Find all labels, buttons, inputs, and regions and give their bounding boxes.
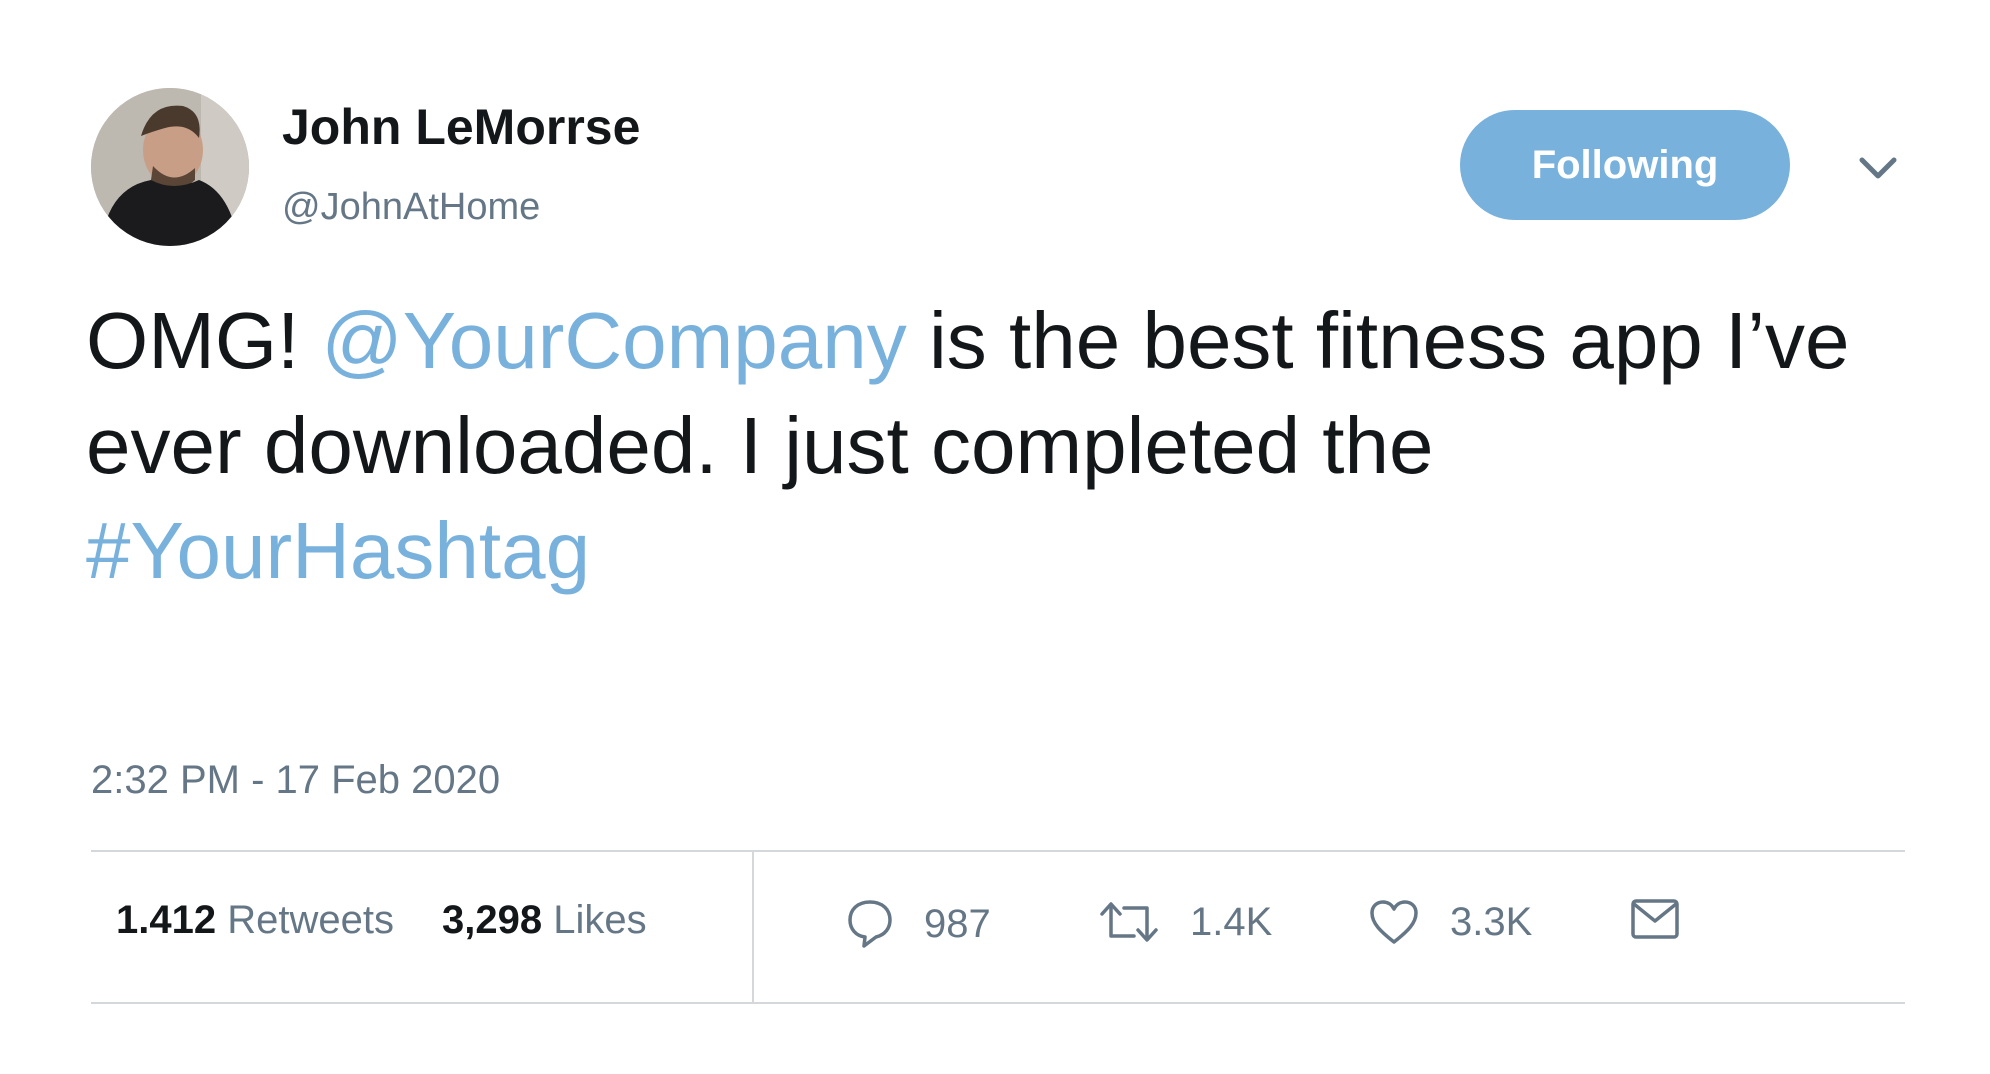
author-handle[interactable]: @JohnAtHome	[282, 186, 540, 229]
divider	[91, 850, 1905, 852]
avatar[interactable]	[91, 88, 249, 246]
like-count: 3.3K	[1450, 899, 1533, 944]
tweet-card: John LeMorrse @JohnAtHome Following OMG!…	[0, 0, 1990, 1074]
reply-icon	[848, 900, 892, 948]
hashtag-link[interactable]: #YourHashtag	[86, 506, 590, 595]
retweets-label: Retweets	[227, 898, 394, 942]
likes-label: Likes	[553, 898, 647, 942]
heart-icon	[1370, 900, 1418, 944]
direct-message-button[interactable]	[1630, 898, 1680, 940]
likes-stat[interactable]: 3,298 Likes	[442, 898, 647, 943]
retweets-stat[interactable]: 1.412 Retweets	[116, 898, 394, 943]
likes-count: 3,298	[441, 898, 543, 942]
mention-link[interactable]: @YourCompany	[322, 296, 907, 385]
chevron-down-icon[interactable]	[1856, 150, 1900, 186]
reply-count: 987	[924, 901, 991, 946]
author-display-name[interactable]: John LeMorrse	[282, 98, 640, 156]
tweet-text: OMG! @YourCompany is the best fitness ap…	[86, 288, 1906, 603]
tweet-text-part: OMG!	[86, 296, 322, 385]
divider	[91, 1002, 1905, 1004]
like-button[interactable]: 3.3K	[1368, 898, 1532, 946]
reply-button[interactable]: 987	[846, 898, 991, 950]
retweet-count: 1.4K	[1190, 899, 1273, 944]
tweet-stats: 1.412 Retweets 3,298 Likes	[116, 898, 647, 943]
retweet-button[interactable]: 1.4K	[1098, 898, 1272, 946]
following-button[interactable]: Following	[1460, 110, 1790, 220]
tweet-timestamp[interactable]: 2:32 PM - 17 Feb 2020	[91, 758, 500, 803]
retweet-icon	[1100, 902, 1158, 942]
retweets-count: 1.412	[116, 898, 217, 942]
divider	[752, 851, 754, 1003]
mail-icon	[1631, 899, 1679, 939]
